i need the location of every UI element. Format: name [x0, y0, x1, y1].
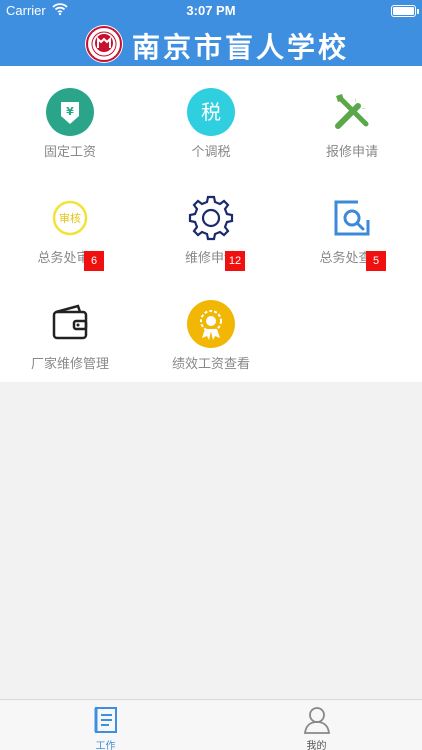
tile-repair-request[interactable]: 报修申请: [282, 66, 422, 166]
tab-work-label: 工作: [95, 741, 116, 750]
status-bar: Carrier 3:07 PM: [0, 0, 422, 22]
badge-general-affairs-view: 5: [366, 251, 386, 271]
tile-label: 个调税: [191, 145, 231, 160]
tax-icon: 税: [187, 88, 235, 136]
tile-performance-salary[interactable]: 绩效工资查看: [141, 278, 281, 378]
tile-label: 维修申请: [184, 251, 237, 266]
review-icon-text: 审核: [59, 211, 81, 225]
tax-icon-text: 税: [201, 100, 221, 124]
function-grid: ¥ 固定工资 税 个调税 报修申请 审核 总务处审核 6 维修申请 12 总务处…: [0, 66, 422, 382]
tile-fixed-salary[interactable]: ¥ 固定工资: [0, 66, 140, 166]
tile-maintenance-request[interactable]: 维修申请: [141, 172, 281, 272]
badge-maintenance-request: 12: [225, 251, 245, 271]
tile-vendor-maintenance[interactable]: 厂家维修管理: [0, 278, 140, 378]
battery-level: [393, 7, 414, 15]
tile-label: 总务处查看: [319, 251, 385, 266]
wallet-icon: [52, 304, 88, 340]
repair-tools-icon: [335, 94, 369, 129]
award-icon: [187, 300, 235, 348]
tile-label: 报修申请: [325, 145, 378, 160]
svg-text:¥: ¥: [66, 105, 74, 118]
gear-icon: [188, 195, 234, 241]
battery-icon: [391, 5, 419, 17]
tile-general-affairs-view[interactable]: 总务处查看: [282, 172, 422, 272]
tab-bar: 工作 我的: [0, 699, 422, 750]
app-header: Carrier 3:07 PM 南京市盲人学校: [0, 0, 422, 66]
user-icon: [303, 707, 331, 734]
review-icon: 审核: [52, 200, 88, 236]
tile-tax[interactable]: 税 个调税: [141, 66, 281, 166]
document-icon: [94, 707, 117, 733]
tab-mine[interactable]: 我的: [211, 700, 422, 750]
tab-work[interactable]: 工作: [0, 700, 211, 750]
status-time: 3:07 PM: [186, 3, 236, 18]
tile-general-affairs-review[interactable]: 审核 总务处审核: [0, 172, 140, 272]
tile-label: 固定工资: [43, 145, 96, 160]
tile-label: 总务处审核: [37, 251, 103, 266]
search-view-icon: [334, 200, 370, 236]
school-seal-icon: [85, 25, 123, 63]
fixed-salary-icon: ¥: [46, 88, 94, 136]
tile-label: 厂家维修管理: [30, 357, 109, 372]
tab-mine-label: 我的: [306, 741, 327, 750]
badge-general-affairs-review: 6: [84, 251, 104, 271]
tile-label: 绩效工资查看: [171, 357, 250, 372]
school-name-title: 南京市盲人学校: [132, 31, 350, 64]
